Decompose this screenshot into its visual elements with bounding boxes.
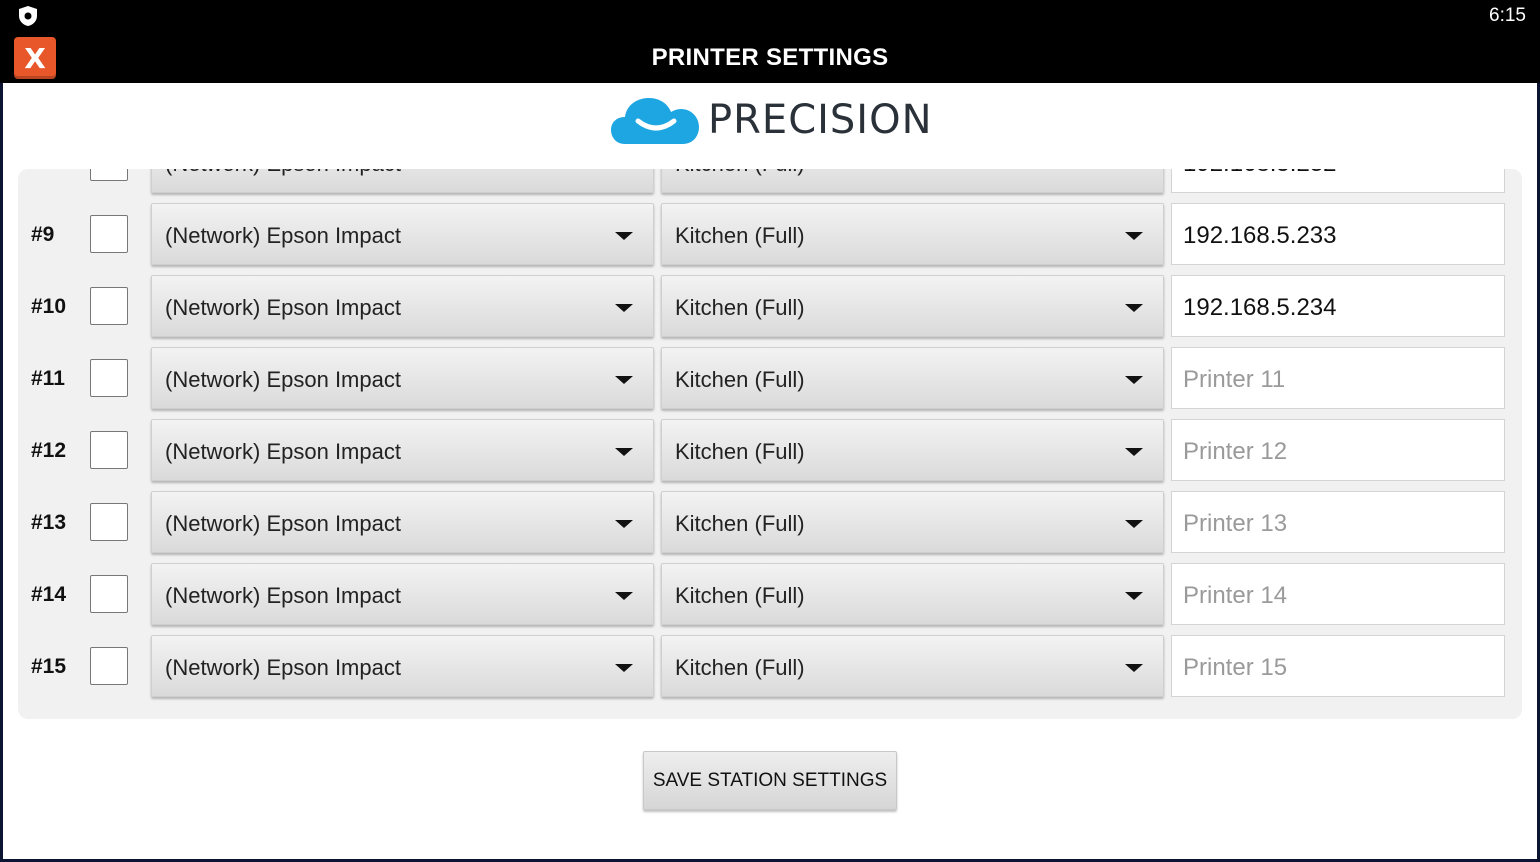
printer-type-dropdown[interactable]: (Network) Epson Impact: [151, 635, 654, 697]
printer-number: #10: [31, 295, 67, 318]
logo: PRECISION: [611, 91, 933, 147]
title-bar: X PRINTER SETTINGS: [0, 36, 1540, 83]
dropdown-arrow-icon: [1125, 448, 1143, 456]
printer-row: #15 (Network) Epson Impact Kitchen (Full) P…: [18, 635, 1522, 701]
dropdown-arrow-icon: [1125, 304, 1143, 312]
printer-number: #13: [31, 511, 67, 534]
logo-text: PRECISION: [708, 97, 933, 143]
printer-type-dropdown[interactable]: (Network) Epson Impact: [151, 275, 654, 337]
printer-number: #11: [31, 367, 65, 390]
printer-address-text: Printer 13: [1183, 510, 1288, 537]
dropdown-arrow-icon: [615, 448, 633, 456]
printer-address-field[interactable]: Printer 13: [1171, 491, 1505, 553]
printer-role-label: Kitchen (Full): [675, 169, 805, 177]
dropdown-arrow-icon: [1125, 664, 1143, 672]
printer-role-label: Kitchen (Full): [675, 295, 805, 320]
printer-role-dropdown[interactable]: Kitchen (Full): [661, 275, 1164, 337]
printer-type-label: (Network) Epson Impact: [165, 511, 401, 536]
printer-type-dropdown[interactable]: (Network) Epson Impact: [151, 203, 654, 265]
save-station-settings-button[interactable]: SAVE STATION SETTINGS: [643, 751, 897, 810]
dropdown-arrow-icon: [615, 520, 633, 528]
printer-list-panel[interactable]: #8 (Network) Epson Impact Kitchen (Full) 19…: [18, 169, 1522, 719]
printer-enabled-checkbox[interactable]: [90, 503, 128, 541]
printer-enabled-checkbox[interactable]: [90, 215, 128, 253]
printer-number: #8: [31, 169, 54, 175]
clock: 6:15: [1489, 5, 1526, 26]
dropdown-arrow-icon: [1125, 520, 1143, 528]
printer-row: #11 (Network) Epson Impact Kitchen (Full) P…: [18, 347, 1522, 413]
printer-address-field[interactable]: 192.168.5.234: [1171, 275, 1505, 337]
printer-role-dropdown[interactable]: Kitchen (Full): [661, 635, 1164, 697]
printer-address-field[interactable]: 192.168.5.233: [1171, 203, 1505, 265]
printer-role-label: Kitchen (Full): [675, 223, 805, 248]
dropdown-arrow-icon: [615, 592, 633, 600]
page-title: PRINTER SETTINGS: [651, 44, 889, 71]
printer-address-text: 192.168.5.234: [1183, 294, 1337, 321]
dropdown-arrow-icon: [615, 232, 633, 240]
printer-type-label: (Network) Epson Impact: [165, 439, 401, 464]
printer-address-text: Printer 15: [1183, 654, 1288, 681]
printer-address-text: 192.168.5.233: [1183, 222, 1337, 249]
printer-type-label: (Network) Epson Impact: [165, 223, 401, 248]
printer-address-field[interactable]: Printer 15: [1171, 635, 1505, 697]
printer-address-text: 192.168.5.232: [1183, 169, 1336, 178]
printer-type-label: (Network) Epson Impact: [165, 169, 401, 177]
printer-row: #14 (Network) Epson Impact Kitchen (Full) P…: [18, 563, 1522, 629]
printer-type-label: (Network) Epson Impact: [165, 655, 401, 680]
dropdown-arrow-icon: [615, 376, 633, 384]
printer-role-label: Kitchen (Full): [675, 367, 805, 392]
printer-role-dropdown[interactable]: Kitchen (Full): [661, 169, 1164, 193]
printer-number: #14: [31, 583, 67, 606]
printer-role-label: Kitchen (Full): [675, 583, 805, 608]
printer-role-dropdown[interactable]: Kitchen (Full): [661, 491, 1164, 553]
printer-address-text: Printer 14: [1183, 582, 1288, 609]
printer-type-label: (Network) Epson Impact: [165, 583, 401, 608]
printer-number: #12: [31, 439, 67, 462]
printer-type-dropdown[interactable]: (Network) Epson Impact: [151, 419, 654, 481]
printer-role-label: Kitchen (Full): [675, 439, 805, 464]
printer-type-dropdown[interactable]: (Network) Epson Impact: [151, 169, 654, 193]
printer-type-dropdown[interactable]: (Network) Epson Impact: [151, 563, 654, 625]
printer-role-dropdown[interactable]: Kitchen (Full): [661, 347, 1164, 409]
printer-enabled-checkbox[interactable]: [90, 359, 128, 397]
dropdown-arrow-icon: [1125, 232, 1143, 240]
printer-enabled-checkbox[interactable]: [90, 287, 128, 325]
printer-role-label: Kitchen (Full): [675, 511, 805, 536]
dropdown-arrow-icon: [1125, 592, 1143, 600]
printer-address-field[interactable]: Printer 12: [1171, 419, 1505, 481]
printer-role-dropdown[interactable]: Kitchen (Full): [661, 203, 1164, 265]
shield-icon: [19, 6, 37, 26]
printer-address-field[interactable]: Printer 14: [1171, 563, 1505, 625]
printer-row: #9 (Network) Epson Impact Kitchen (Full) 19…: [18, 203, 1522, 269]
status-bar: 6:15: [0, 0, 1540, 36]
printer-enabled-checkbox[interactable]: [90, 575, 128, 613]
printer-type-dropdown[interactable]: (Network) Epson Impact: [151, 347, 654, 409]
printer-number: #15: [31, 655, 67, 678]
printer-role-dropdown[interactable]: Kitchen (Full): [661, 563, 1164, 625]
printer-row: #10 (Network) Epson Impact Kitchen (Full) 1…: [18, 275, 1522, 341]
printer-row: #13 (Network) Epson Impact Kitchen (Full) P…: [18, 491, 1522, 557]
printer-address-field[interactable]: Printer 11: [1171, 347, 1505, 409]
printer-enabled-checkbox[interactable]: [90, 647, 128, 685]
printer-address-field[interactable]: 192.168.5.232: [1171, 169, 1505, 193]
printer-type-label: (Network) Epson Impact: [165, 367, 401, 392]
printer-type-dropdown[interactable]: (Network) Epson Impact: [151, 491, 654, 553]
dropdown-arrow-icon: [615, 664, 633, 672]
printer-enabled-checkbox[interactable]: [90, 169, 128, 181]
printer-enabled-checkbox[interactable]: [90, 431, 128, 469]
dropdown-arrow-icon: [1125, 376, 1143, 384]
printer-role-dropdown[interactable]: Kitchen (Full): [661, 419, 1164, 481]
dropdown-arrow-icon: [615, 304, 633, 312]
main-content: PRECISION #8 (Network) Epson Impact Kitche…: [3, 83, 1537, 859]
printer-role-label: Kitchen (Full): [675, 655, 805, 680]
printer-address-text: Printer 11: [1183, 366, 1286, 393]
printer-type-label: (Network) Epson Impact: [165, 295, 401, 320]
printer-row: #8 (Network) Epson Impact Kitchen (Full) 19…: [18, 169, 1522, 197]
printer-address-text: Printer 12: [1183, 438, 1288, 465]
printer-number: #9: [31, 223, 55, 246]
printer-row: #12 (Network) Epson Impact Kitchen (Full) P…: [18, 419, 1522, 485]
cloud-smile-icon: [611, 98, 699, 144]
